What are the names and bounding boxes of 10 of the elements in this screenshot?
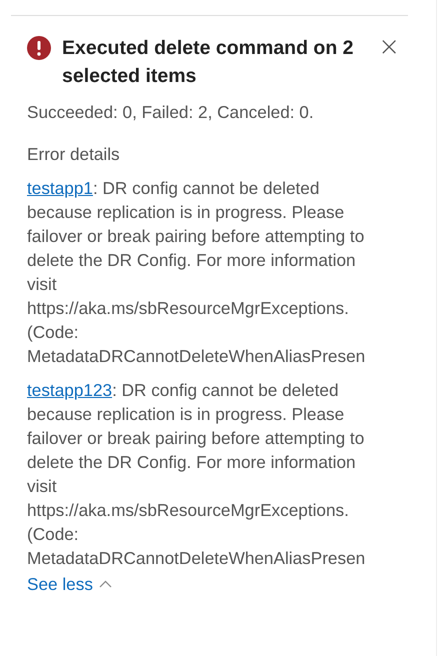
item-link[interactable]: testapp123 [27,380,112,400]
error-message: testapp123: DR config cannot be deleted because replication is in progress. Please failover or break pairing before attempting to delete the DR Config. For more information visit https://aka.ms/sbResourceMgrExceptions. (Code: MetadataDRCannotDeleteWhenAliasPresen [27,379,366,570]
notification-title: Executed delete command on 2 selected items [62,36,355,89]
details-heading: Error details [27,143,121,166]
item-link[interactable]: testapp1 [27,178,93,198]
error-message: testapp1: DR config cannot be deleted because replication is in progress. Please failover or break pairing before attempting to delete the DR Config. For more information visit https://aka.ms/sbResourceMgrExceptions. (Code: MetadataDRCannotDeleteWhenAliasPresen [27,177,366,368]
summary-text: Succeeded: 0, Failed: 2, Canceled: 0. [27,101,315,124]
close-button[interactable]: × [376,34,402,60]
caret-icon [98,580,112,588]
see-less-link[interactable]: See less [27,572,112,596]
